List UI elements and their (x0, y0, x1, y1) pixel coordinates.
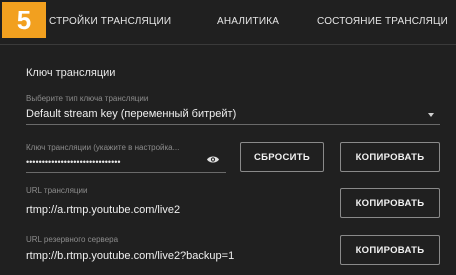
stream-key-field[interactable]: •••••••••••••••••••••••••••••• (26, 157, 121, 167)
backup-url-value: rtmp://b.rtmp.youtube.com/live2?backup=1 (26, 250, 235, 262)
stream-key-type-select[interactable]: Default stream key (переменный битрейт) (26, 108, 236, 120)
reset-key-button[interactable]: СБРОСИТЬ (240, 142, 324, 172)
key-underline (26, 172, 226, 173)
stream-url-value: rtmp://a.rtmp.youtube.com/live2 (26, 204, 181, 216)
eye-icon[interactable] (206, 155, 220, 164)
step-number-badge: 5 (2, 2, 46, 38)
chevron-down-icon[interactable] (428, 113, 434, 117)
copy-url-button[interactable]: КОПИРОВАТЬ (340, 188, 440, 218)
copy-backup-url-button[interactable]: КОПИРОВАТЬ (340, 235, 440, 265)
stream-key-label: Ключ трансляции (укажите в настройка... (26, 143, 180, 152)
select-underline (26, 124, 440, 125)
stream-key-type-label: Выберите тип ключа трансляции (26, 94, 149, 103)
stream-settings-panel: СТРОЙКИ ТРАНСЛЯЦИИ АНАЛИТИКА СОСТОЯНИЕ Т… (0, 0, 456, 275)
tab-bar: СТРОЙКИ ТРАНСЛЯЦИИ АНАЛИТИКА СОСТОЯНИЕ Т… (0, 0, 456, 45)
stream-key-section-title: Ключ трансляции (26, 67, 116, 79)
tab-stream-status[interactable]: СОСТОЯНИЕ ТРАНСЛЯЦИ (317, 16, 448, 27)
backup-url-label: URL резервного сервера (26, 235, 119, 244)
tab-analytics[interactable]: АНАЛИТИКА (217, 16, 279, 27)
tab-stream-settings[interactable]: СТРОЙКИ ТРАНСЛЯЦИИ (49, 16, 171, 27)
stream-url-label: URL трансляции (26, 186, 88, 195)
copy-key-button[interactable]: КОПИРОВАТЬ (340, 142, 440, 172)
